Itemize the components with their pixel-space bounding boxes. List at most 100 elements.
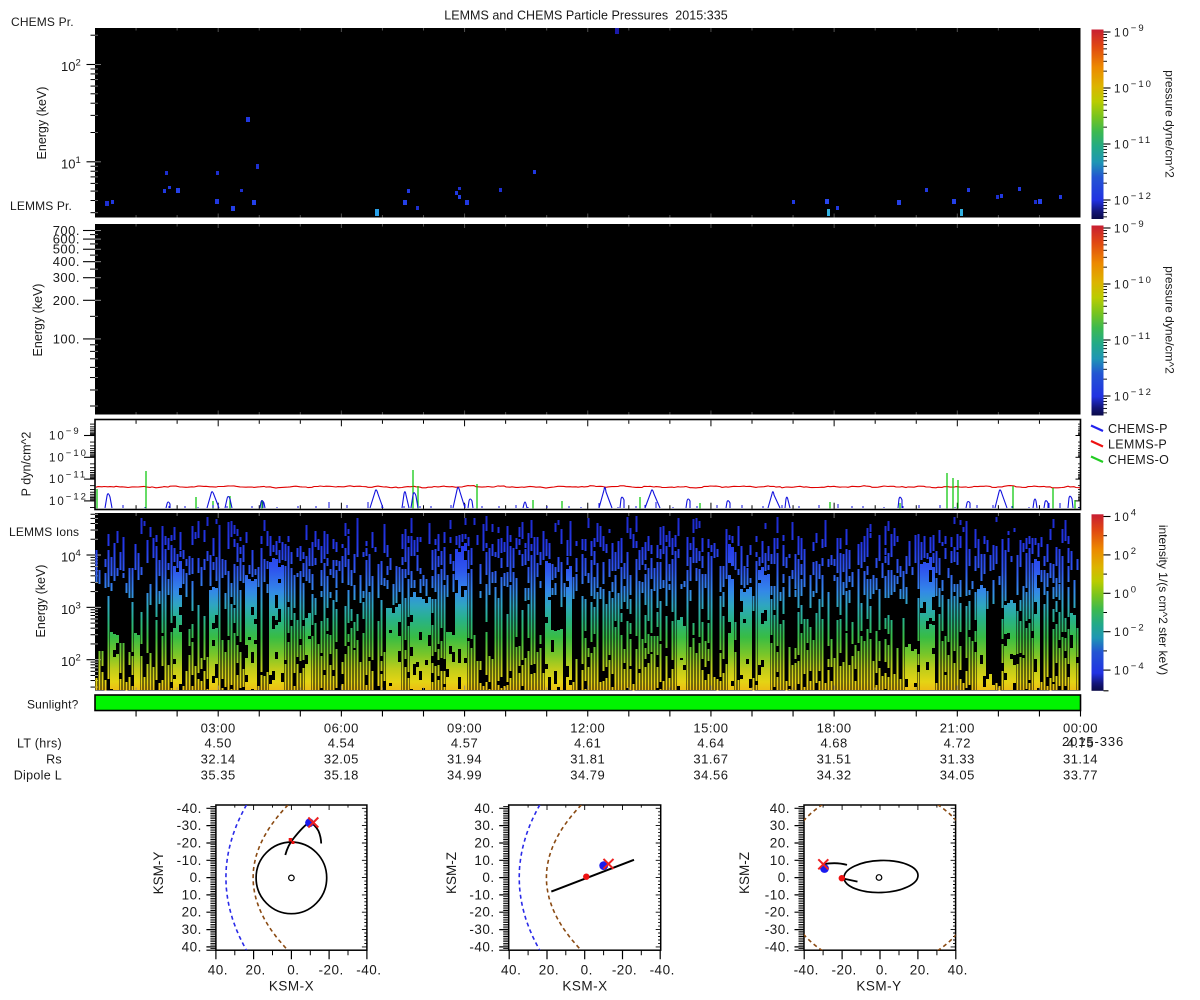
svg-text:104: 104 xyxy=(61,548,81,565)
svg-text:-40.: -40. xyxy=(650,963,675,978)
svg-text:CHEMS-O: CHEMS-O xyxy=(1108,453,1169,467)
svg-text:intensity 1/(s cm^2 ster keV): intensity 1/(s cm^2 ster keV) xyxy=(1156,525,1170,675)
svg-text:400.: 400. xyxy=(53,254,80,269)
svg-text:200.: 200. xyxy=(53,293,80,308)
svg-text:-30.: -30. xyxy=(177,818,202,833)
svg-text:CHEMS-P: CHEMS-P xyxy=(1108,422,1168,436)
svg-text:4.61: 4.61 xyxy=(574,736,601,751)
svg-text:15:00: 15:00 xyxy=(693,721,728,736)
svg-text:06:00: 06:00 xyxy=(324,721,359,736)
svg-text:10−2: 10−2 xyxy=(1114,623,1146,640)
svg-text:40.: 40. xyxy=(501,963,521,978)
svg-text:-40.: -40. xyxy=(794,963,819,978)
svg-text:34.99: 34.99 xyxy=(447,768,482,783)
svg-text:100.: 100. xyxy=(53,331,80,346)
svg-text:2015-336: 2015-336 xyxy=(1062,734,1124,749)
svg-text:-10.: -10. xyxy=(765,887,790,902)
svg-text:09:00: 09:00 xyxy=(447,721,482,736)
svg-text:10−9: 10−9 xyxy=(49,426,81,443)
svg-text:4.54: 4.54 xyxy=(328,736,355,751)
svg-text:30.: 30. xyxy=(770,818,790,833)
svg-text:CHEMS Pr.: CHEMS Pr. xyxy=(11,15,74,29)
svg-text:0.: 0. xyxy=(190,870,202,885)
svg-text:10.: 10. xyxy=(474,853,494,868)
svg-text:20.: 20. xyxy=(246,963,266,978)
svg-text:10−12: 10−12 xyxy=(1114,191,1153,208)
svg-text:-20.: -20. xyxy=(831,963,856,978)
svg-text:-20.: -20. xyxy=(319,963,344,978)
svg-text:10.: 10. xyxy=(770,853,790,868)
svg-text:KSM-Z: KSM-Z xyxy=(737,852,752,894)
svg-text:40.: 40. xyxy=(208,963,228,978)
svg-text:10−12: 10−12 xyxy=(49,491,88,508)
svg-text:-40.: -40. xyxy=(765,939,790,954)
svg-text:20.: 20. xyxy=(910,963,930,978)
svg-text:31.67: 31.67 xyxy=(693,752,728,767)
svg-text:20.: 20. xyxy=(770,835,790,850)
svg-text:Energy (keV): Energy (keV) xyxy=(35,87,49,160)
svg-text:10.: 10. xyxy=(182,887,202,902)
svg-text:KSM-Y: KSM-Y xyxy=(151,852,166,895)
svg-text:34.56: 34.56 xyxy=(693,768,728,783)
svg-text:20.: 20. xyxy=(539,963,559,978)
svg-text:101: 101 xyxy=(61,155,81,172)
svg-text:-30.: -30. xyxy=(469,922,494,937)
svg-text:10−11: 10−11 xyxy=(49,470,87,487)
svg-text:LEMMS and CHEMS Particle Press: LEMMS and CHEMS Particle Pressures 2015:… xyxy=(444,9,728,23)
svg-text:Rs: Rs xyxy=(46,753,62,767)
svg-text:0.: 0. xyxy=(581,963,593,978)
svg-text:40.: 40. xyxy=(474,801,494,816)
svg-text:102: 102 xyxy=(1114,546,1138,563)
svg-text:35.18: 35.18 xyxy=(324,768,359,783)
svg-text:-20.: -20. xyxy=(612,963,637,978)
svg-text:20.: 20. xyxy=(474,835,494,850)
svg-text:P dyn/cm^2: P dyn/cm^2 xyxy=(20,432,34,497)
svg-text:Sunlight?: Sunlight? xyxy=(27,698,79,712)
svg-text:pressure dyne/cm^2: pressure dyne/cm^2 xyxy=(1163,70,1177,178)
svg-text:10−4: 10−4 xyxy=(1114,661,1146,678)
svg-text:0.: 0. xyxy=(482,870,494,885)
svg-text:104: 104 xyxy=(1114,508,1138,525)
svg-text:30.: 30. xyxy=(474,818,494,833)
svg-text:31.94: 31.94 xyxy=(447,752,482,767)
svg-text:KSM-Y: KSM-Y xyxy=(856,979,901,994)
svg-text:0.: 0. xyxy=(287,963,299,978)
svg-text:KSM-X: KSM-X xyxy=(269,979,314,994)
svg-text:35.35: 35.35 xyxy=(201,768,236,783)
svg-text:-20.: -20. xyxy=(469,905,494,920)
svg-text:Energy (keV): Energy (keV) xyxy=(31,284,45,357)
svg-text:31.14: 31.14 xyxy=(1063,752,1098,767)
svg-text:4.72: 4.72 xyxy=(944,736,971,751)
svg-text:Dipole L: Dipole L xyxy=(14,769,62,783)
svg-text:31.51: 31.51 xyxy=(817,752,852,767)
svg-text:0.: 0. xyxy=(876,963,888,978)
svg-text:-20.: -20. xyxy=(177,835,202,850)
svg-text:LEMMS Pr.: LEMMS Pr. xyxy=(10,199,72,213)
svg-text:LEMMS Ions: LEMMS Ions xyxy=(9,525,79,539)
svg-text:30.: 30. xyxy=(182,922,202,937)
svg-text:0.: 0. xyxy=(778,870,790,885)
svg-text:-10.: -10. xyxy=(469,887,494,902)
svg-text:10−11: 10−11 xyxy=(1114,135,1152,152)
svg-text:10−12: 10−12 xyxy=(1114,387,1153,404)
svg-text:10−10: 10−10 xyxy=(1114,79,1153,96)
svg-text:03:00: 03:00 xyxy=(201,721,236,736)
svg-text:18:00: 18:00 xyxy=(817,721,852,736)
svg-text:300.: 300. xyxy=(53,270,80,285)
svg-text:-40.: -40. xyxy=(356,963,381,978)
svg-text:Energy (keV): Energy (keV) xyxy=(34,565,48,638)
svg-text:10−11: 10−11 xyxy=(1114,331,1152,348)
svg-text:40.: 40. xyxy=(770,801,790,816)
svg-text:-20.: -20. xyxy=(765,905,790,920)
svg-text:10−10: 10−10 xyxy=(1114,275,1153,292)
svg-text:34.05: 34.05 xyxy=(940,768,975,783)
svg-text:KSM-X: KSM-X xyxy=(562,979,607,994)
svg-text:32.05: 32.05 xyxy=(324,752,359,767)
svg-text:10−10: 10−10 xyxy=(49,448,88,465)
svg-text:-40.: -40. xyxy=(177,801,202,816)
svg-text:10−9: 10−9 xyxy=(1114,219,1146,236)
svg-text:20.: 20. xyxy=(182,905,202,920)
svg-text:102: 102 xyxy=(61,653,81,670)
svg-text:4.64: 4.64 xyxy=(697,736,724,751)
svg-text:100: 100 xyxy=(1114,584,1138,601)
